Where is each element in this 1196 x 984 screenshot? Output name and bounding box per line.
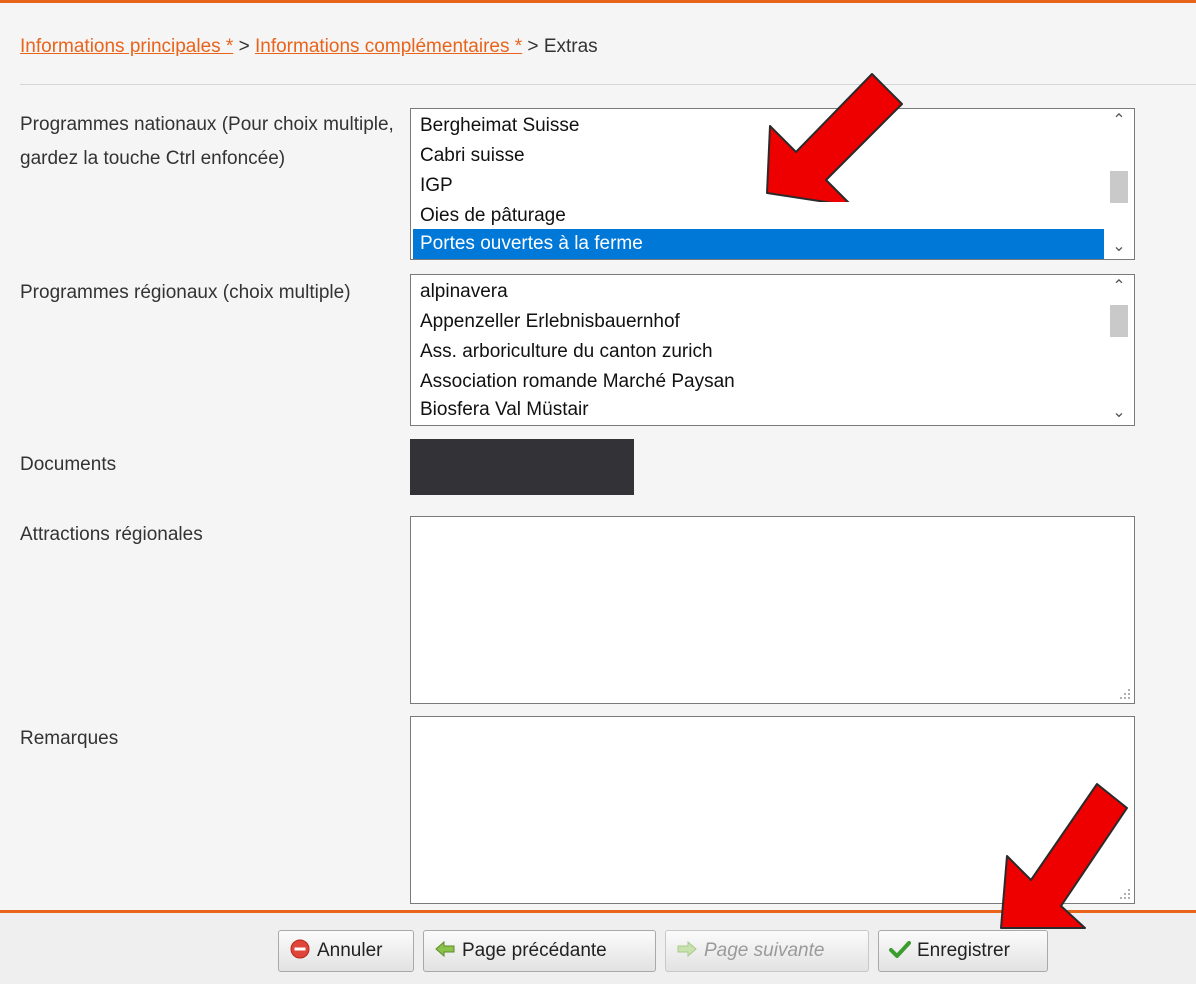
scroll-down-icon[interactable]: ⌄ bbox=[1104, 401, 1134, 425]
breadcrumb-separator: > bbox=[233, 36, 255, 57]
scrollbar-thumb[interactable] bbox=[1110, 171, 1128, 203]
list-option[interactable]: Ass. arboriculture du canton zurich bbox=[413, 337, 1104, 367]
scroll-down-icon[interactable]: ⌄ bbox=[1104, 235, 1134, 259]
breadcrumb-link-additional-info[interactable]: Informations complémentaires * bbox=[255, 36, 522, 57]
remarks-label: Remarques bbox=[20, 728, 119, 749]
list-option[interactable]: Cabri suisse bbox=[413, 141, 1104, 171]
cancel-button-label: Annuler bbox=[317, 940, 383, 961]
list-option[interactable]: Association romande Marché Paysan bbox=[413, 367, 1104, 397]
national-programs-label: Programmes nationaux (Pour choix multipl… bbox=[20, 114, 394, 169]
list-option[interactable]: Biosfera Val Müstair bbox=[413, 395, 1104, 425]
regional-programs-label: Programmes régionaux (choix multiple) bbox=[20, 282, 351, 303]
cancel-button[interactable]: Annuler bbox=[278, 930, 414, 972]
previous-page-button[interactable]: Page précédante bbox=[423, 930, 656, 972]
list-option[interactable]: IGP bbox=[413, 171, 1104, 201]
attractions-label: Attractions régionales bbox=[20, 524, 203, 545]
scrollbar-thumb[interactable] bbox=[1110, 305, 1128, 337]
documents-label: Documents bbox=[20, 454, 117, 475]
list-option[interactable]: Appenzeller Erlebnisbauernhof bbox=[413, 307, 1104, 337]
cancel-circle-icon bbox=[290, 939, 310, 959]
breadcrumb-current: Extras bbox=[543, 36, 598, 57]
breadcrumb: Informations principales * > Information… bbox=[20, 36, 598, 58]
header-divider bbox=[20, 84, 1196, 85]
arrow-right-icon bbox=[677, 940, 697, 958]
attractions-textarea[interactable] bbox=[410, 516, 1135, 704]
scrollbar[interactable]: ⌃ ⌄ bbox=[1104, 275, 1134, 425]
documents-upload-redacted[interactable] bbox=[410, 439, 634, 495]
list-option[interactable]: Oies de pâturage bbox=[413, 201, 1104, 231]
scrollbar[interactable]: ⌃ ⌄ bbox=[1104, 109, 1134, 259]
save-button[interactable]: Enregistrer bbox=[878, 930, 1048, 972]
resize-grip-icon[interactable] bbox=[1119, 688, 1131, 700]
checkmark-icon bbox=[889, 940, 911, 958]
next-page-button[interactable]: Page suivante bbox=[665, 930, 869, 972]
arrow-left-icon bbox=[435, 940, 455, 958]
scroll-up-icon[interactable]: ⌃ bbox=[1104, 275, 1134, 299]
red-arrow-icon bbox=[766, 73, 903, 202]
list-option[interactable]: Bergheimat Suisse bbox=[413, 111, 1104, 141]
previous-page-label: Page précédante bbox=[462, 940, 607, 961]
top-accent-rule bbox=[0, 0, 1196, 3]
next-page-label: Page suivante bbox=[704, 940, 825, 961]
breadcrumb-link-main-info[interactable]: Informations principales * bbox=[20, 36, 233, 57]
red-arrow-icon bbox=[1000, 783, 1128, 929]
list-option-selected[interactable]: Portes ouvertes à la ferme bbox=[413, 229, 1104, 259]
regional-programs-listbox[interactable]: alpinavera Appenzeller Erlebnisbauernhof… bbox=[410, 274, 1135, 426]
save-button-label: Enregistrer bbox=[917, 940, 1010, 961]
list-option[interactable]: alpinavera bbox=[413, 277, 1104, 307]
scroll-up-icon[interactable]: ⌃ bbox=[1104, 109, 1134, 133]
breadcrumb-separator: > bbox=[522, 36, 544, 57]
